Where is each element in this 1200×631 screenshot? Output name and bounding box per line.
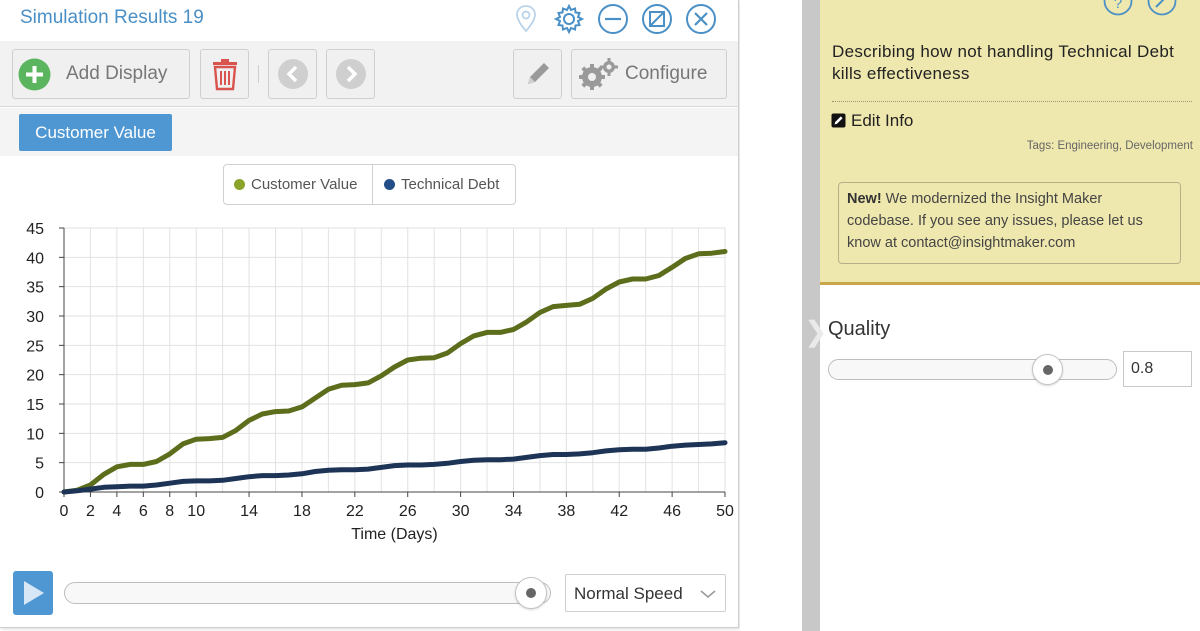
chevron-left-icon [278, 59, 308, 89]
x-tick-label: 50 [716, 503, 734, 520]
speed-select[interactable]: Normal Speed [565, 574, 726, 612]
y-tick-label: 40 [26, 250, 44, 267]
toolbar: Add Display Configure [0, 41, 738, 107]
svg-text:?: ? [1114, 0, 1122, 12]
legend-dot-technical-debt [384, 179, 395, 190]
x-tick-label: 38 [557, 503, 575, 520]
quality-slider-handle[interactable] [1032, 354, 1063, 385]
display-tabs: Customer Value [0, 108, 738, 156]
quality-value-input[interactable]: 0.8 [1123, 351, 1192, 387]
y-tick-label: 30 [26, 309, 44, 326]
insight-title: Describing how not handling Technical De… [832, 42, 1175, 83]
info-panel: ? Describing how not handling Technical … [820, 0, 1200, 285]
play-button[interactable] [13, 571, 53, 615]
restore-icon[interactable] [641, 3, 673, 35]
legend-item-customer-value[interactable]: Customer Value [234, 165, 357, 204]
y-tick-label: 15 [26, 397, 44, 414]
close-icon[interactable] [685, 3, 717, 35]
y-tick-label: 25 [26, 338, 44, 355]
y-tick-label: 10 [26, 426, 44, 443]
delete-button[interactable] [200, 49, 249, 99]
window-title: Simulation Results 19 [20, 7, 204, 28]
configure-label: Configure [625, 63, 708, 84]
quality-slider[interactable] [828, 359, 1117, 380]
pencil-icon [528, 63, 549, 84]
x-tick-label: 30 [452, 503, 470, 520]
info-separator [832, 101, 1192, 102]
edit-circle-icon[interactable] [1147, 0, 1177, 16]
edit-square-icon [831, 113, 846, 128]
y-tick-label: 5 [35, 456, 44, 473]
y-tick-label: 45 [26, 221, 44, 238]
edit-info-label: Edit Info [851, 111, 914, 130]
legend-label-customer-value: Customer Value [251, 176, 358, 193]
workspace-gap [740, 0, 802, 631]
trash-icon [213, 59, 237, 91]
edit-button[interactable] [513, 49, 562, 99]
help-icon[interactable]: ? [1103, 0, 1133, 16]
plus-icon [18, 58, 51, 91]
next-button[interactable] [326, 49, 375, 99]
playback-slider[interactable] [64, 582, 551, 604]
line-chart: 0510152025303540450 2 4 6 8 10 14 18 22 26 30 34 38 4… [26, 221, 734, 543]
x-tick-label: 46 [663, 503, 681, 520]
y-tick-label: 0 [35, 485, 44, 502]
gear-icon[interactable] [553, 3, 585, 35]
add-display-label: Add Display [66, 63, 168, 84]
splitter-arrow-icon[interactable]: ❯ [804, 318, 827, 346]
series-line-technical-debt [61, 440, 728, 495]
x-tick-label: 10 [187, 503, 205, 520]
quality-label: Quality [828, 318, 891, 340]
legend-label-technical-debt: Technical Debt [401, 176, 500, 193]
configure-button[interactable]: Configure [571, 49, 727, 99]
x-tick-label: 34 [505, 503, 523, 520]
minimize-icon[interactable] [597, 3, 629, 35]
x-tick-label: 14 [240, 503, 258, 520]
x-tick-label: 0 [60, 503, 69, 520]
toolbar-divider [258, 65, 259, 83]
x-axis-title: Time (Days) [351, 526, 438, 543]
notice-text: We modernized the Insight Maker codebase… [847, 191, 1143, 251]
x-tick-label: 42 [610, 503, 628, 520]
speed-select-value: Normal Speed [574, 584, 683, 603]
y-tick-label: 20 [26, 368, 44, 385]
gears-icon [579, 58, 618, 90]
tab-customer-value[interactable]: Customer Value [19, 114, 172, 151]
legend-dot-customer-value [234, 179, 245, 190]
window-titlebar[interactable]: Simulation Results 19 [0, 0, 738, 40]
x-tick-label: 22 [346, 503, 364, 520]
tags-line: Tags: Engineering, Development [1026, 140, 1193, 152]
x-tick-label: 6 [139, 503, 148, 520]
notice-new-label: New! [847, 191, 882, 207]
x-tick-label: 4 [112, 503, 121, 520]
play-icon [24, 581, 44, 605]
x-tick-label: 2 [86, 503, 95, 520]
legend-divider [372, 165, 373, 204]
playback-slider-handle[interactable] [515, 577, 547, 609]
chevron-down-icon [700, 590, 716, 599]
chevron-right-icon [336, 59, 366, 89]
chart-legend: Customer Value Technical Debt [223, 164, 516, 205]
simulation-results-window: Simulation Results 19 Add Display Config… [0, 0, 739, 628]
x-tick-label: 18 [293, 503, 311, 520]
x-tick-label: 8 [165, 503, 174, 520]
add-display-button[interactable]: Add Display [12, 49, 190, 99]
x-tick-label: 26 [399, 503, 417, 520]
previous-button[interactable] [268, 49, 317, 99]
map-pin-icon[interactable] [510, 3, 542, 35]
notice-box: New! We modernized the Insight Maker cod… [838, 182, 1181, 264]
y-tick-label: 35 [26, 280, 44, 297]
series-line-customer-value [61, 249, 728, 495]
legend-item-technical-debt[interactable]: Technical Debt [384, 165, 499, 204]
